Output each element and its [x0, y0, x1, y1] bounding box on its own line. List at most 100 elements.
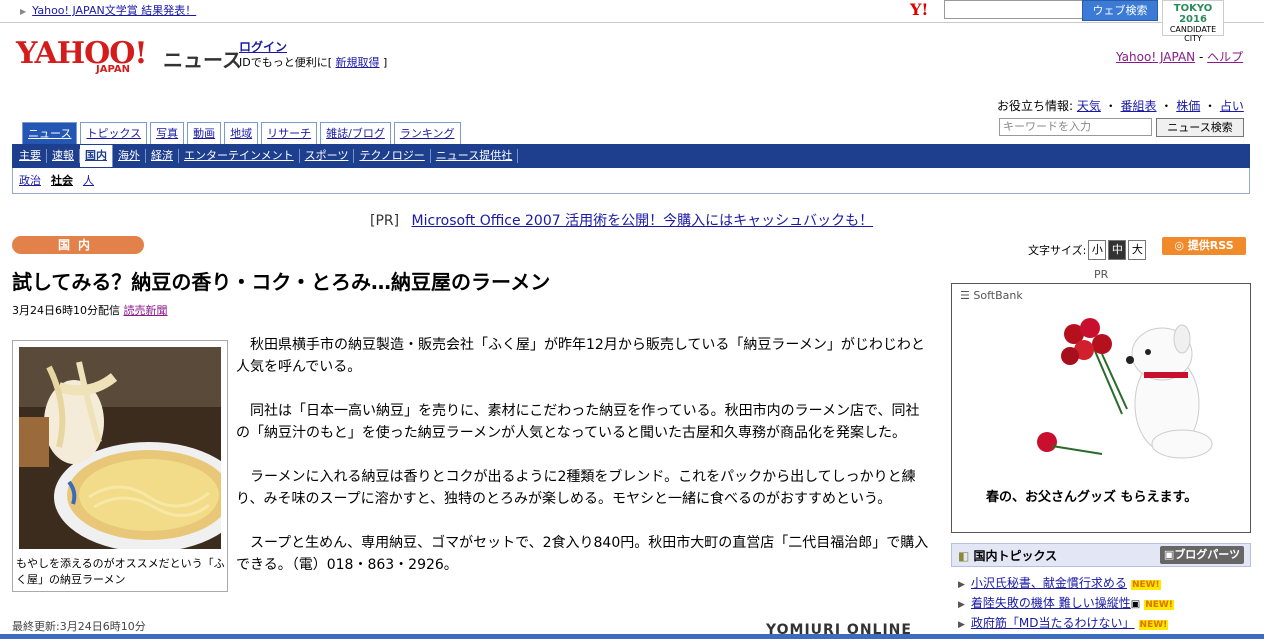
category-nav: 主要 速報 国内 海外 経済 エンターテインメント スポーツ テクノロジー ニュ… — [14, 144, 519, 168]
rss-icon: ◎ — [1174, 239, 1188, 252]
yahoo-mark-icon: Y! — [910, 0, 929, 19]
useful-label: お役立ち情報: — [997, 99, 1074, 113]
last-updated: 最終更新:3月24日6時10分 — [12, 620, 146, 633]
topic-link[interactable]: 着陸失敗の機体 難しい操縦性 — [971, 596, 1131, 610]
tab-topics[interactable]: トピックス — [80, 122, 148, 144]
tab-ranking[interactable]: ランキング — [393, 122, 461, 144]
bullet-icon: ▶ — [958, 620, 965, 630]
tab-photos[interactable]: 写真 — [150, 122, 185, 144]
topics-icon: ◧ — [958, 549, 974, 563]
tab-label[interactable]: 地域 — [230, 127, 252, 140]
top-news-text[interactable]: Yahoo! JAPAN文学賞 結果発表！ — [32, 4, 196, 17]
tab-label[interactable]: ニュース — [28, 127, 71, 140]
font-size-label: 文字サイズ: — [1028, 244, 1087, 257]
status-bar — [0, 634, 1264, 639]
tokyo-logo: TOKYO 2016 — [1173, 3, 1213, 25]
new-badge: NEW! — [1130, 580, 1161, 590]
bullet-icon: ▶ — [958, 600, 965, 610]
softbank-logo: ☰ SoftBank — [960, 289, 1023, 302]
category-economy[interactable]: 経済 — [146, 149, 179, 163]
category-main[interactable]: 主要 — [14, 149, 47, 163]
category-entertainment[interactable]: エンターテインメント — [179, 149, 300, 163]
tokyo-sub: CANDIDATE CITY — [1169, 25, 1217, 43]
list-item[interactable]: ▶ 小沢氏秘書、献金慣行求める NEW! — [958, 574, 1174, 594]
category-sports[interactable]: スポーツ — [300, 149, 355, 163]
article-dateline: 3月24日6時10分配信 読売新聞 — [12, 302, 168, 318]
list-item[interactable]: ▶ 政府筋「MD当たるわけない」 NEW! — [958, 614, 1174, 634]
web-search-button[interactable]: ウェブ検索 — [1082, 0, 1158, 21]
softbank-brand: SoftBank — [973, 289, 1023, 302]
article-headline: 試してみる？納豆の香り・コク・とろみ…納豆屋のラーメン — [12, 270, 551, 294]
tab-video[interactable]: 動画 — [187, 122, 222, 144]
stocks-link[interactable]: 株価 — [1176, 99, 1200, 113]
login-text[interactable]: ログイン — [239, 40, 287, 54]
tab-label[interactable]: ランキング — [400, 127, 455, 140]
subcategory-people[interactable]: 人 — [78, 172, 99, 188]
rss-label: 提供RSS — [1187, 239, 1234, 252]
tab-label[interactable]: 写真 — [156, 127, 178, 140]
weather-link[interactable]: 天気 — [1077, 99, 1101, 113]
tv-guide-link[interactable]: 番組表 — [1121, 99, 1157, 113]
login-link[interactable]: ログイン — [239, 38, 287, 55]
font-size-control: 文字サイズ: 小 中 大 — [1028, 240, 1147, 260]
font-medium-button[interactable]: 中 — [1108, 240, 1127, 260]
link-separator: - — [1198, 50, 1204, 64]
tab-news[interactable]: ニュース — [22, 122, 78, 144]
bullet-icon: ▶ — [958, 580, 965, 590]
subcategory-bar — [12, 168, 1250, 194]
blog-parts-button[interactable]: ▣ブログパーツ — [1160, 546, 1244, 564]
top-news-link[interactable]: ▶ Yahoo! JAPAN文学賞 結果発表！ — [20, 2, 196, 18]
topics-title-text: 国内トピックス — [973, 549, 1058, 563]
paragraph: 秋田県横手市の納豆製造・販売会社「ふく屋」が昨年12月から販売している「納豆ラー… — [236, 337, 925, 375]
keyword-input[interactable]: キーワードを入力 — [999, 118, 1152, 136]
topic-link[interactable]: 小沢氏秘書、献金慣行求める — [971, 576, 1127, 590]
blog-parts-label: ブログパーツ — [1174, 548, 1241, 561]
category-domestic[interactable]: 国内 — [80, 145, 113, 167]
paragraph: スープと生めん、専用納豆、ゴマがセットで、2食入り840円。秋田市大町の直営店「… — [236, 535, 929, 573]
category-technology[interactable]: テクノロジー — [354, 149, 431, 163]
pr-label: [PR] — [370, 213, 400, 229]
category-world[interactable]: 海外 — [113, 149, 146, 163]
help-link[interactable]: ヘルプ — [1207, 50, 1243, 64]
topics-title: ◧ 国内トピックス — [958, 547, 1057, 564]
news-search-button[interactable]: ニュース検索 — [1156, 118, 1244, 137]
web-search-input[interactable] — [944, 0, 1084, 19]
pr-link[interactable]: Microsoft Office 2007 活用術を公開！今購入にはキャッシュバ… — [412, 213, 874, 229]
ad-pr-label: PR — [1094, 268, 1109, 281]
tokyo-2016-banner[interactable]: TOKYO 2016 CANDIDATE CITY — [1162, 0, 1224, 43]
service-title[interactable]: ニュース — [163, 44, 242, 73]
font-small-button[interactable]: 小 — [1088, 240, 1107, 260]
tab-label[interactable]: トピックス — [86, 127, 141, 140]
service-tabs: ニュース トピックス 写真 動画 地域 リサーチ 雑誌/ブログ ランキング — [22, 122, 464, 144]
tab-local[interactable]: 地域 — [224, 122, 259, 144]
id-prompt-end: ] — [383, 56, 388, 69]
subcategory-politics[interactable]: 政治 — [14, 172, 46, 188]
tab-label[interactable]: 動画 — [193, 127, 215, 140]
id-prompt: IDでもっと便利に[ 新規取得 ] — [239, 54, 387, 70]
new-badge: NEW! — [1138, 620, 1169, 630]
ramen-illustration — [19, 347, 221, 549]
article-date: 3月24日6時10分配信 — [12, 304, 120, 317]
photo-caption: もやしを添えるのがオススメだという「ふく屋」の納豆ラーメン — [16, 557, 225, 586]
yahoo-japan-link[interactable]: Yahoo! JAPAN — [1116, 50, 1195, 64]
useful-info: お役立ち情報: 天気 ・ 番組表 ・ 株価 ・ 占い — [997, 99, 1244, 113]
arrow-icon: ▶ — [20, 7, 27, 16]
pr-banner: [PR] Microsoft Office 2007 活用術を公開！今購入にはキ… — [370, 210, 873, 230]
tab-magazine-blog[interactable]: 雑誌/ブログ — [320, 122, 391, 144]
category-breaking[interactable]: 速報 — [47, 149, 80, 163]
new-badge: NEW! — [1144, 600, 1174, 610]
tab-label[interactable]: 雑誌/ブログ — [326, 127, 385, 140]
register-link[interactable]: 新規取得 — [336, 56, 380, 69]
category-providers[interactable]: ニュース提供社 — [431, 149, 519, 163]
topics-list: ▶ 小沢氏秘書、献金慣行求める NEW! ▶ 着陸失敗の機体 難しい操縦性▣ NEW! … — [958, 574, 1174, 634]
rss-button[interactable]: ◎ 提供RSS — [1162, 237, 1246, 255]
source-link[interactable]: 読売新聞 — [124, 304, 168, 317]
tab-label[interactable]: リサーチ — [267, 127, 311, 140]
topic-link[interactable]: 政府筋「MD当たるわけない」 — [971, 616, 1135, 630]
ramen-photo[interactable] — [19, 347, 221, 549]
fortune-link[interactable]: 占い — [1220, 99, 1244, 113]
subcategory-society[interactable]: 社会 — [46, 172, 78, 188]
font-large-button[interactable]: 大 — [1128, 240, 1147, 260]
tab-research[interactable]: リサーチ — [261, 122, 318, 144]
list-item[interactable]: ▶ 着陸失敗の機体 難しい操縦性▣ NEW! — [958, 594, 1174, 614]
